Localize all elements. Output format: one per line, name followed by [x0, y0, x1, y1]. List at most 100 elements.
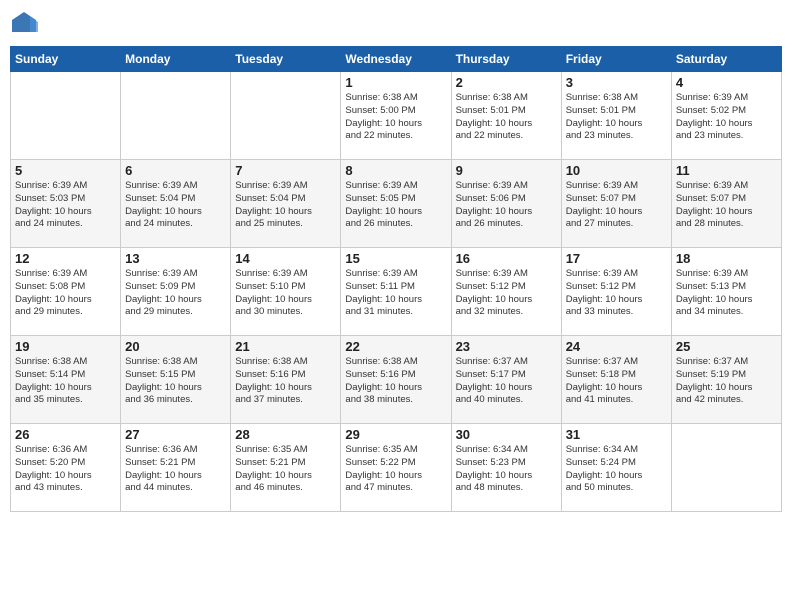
- day-number: 15: [345, 251, 446, 266]
- calendar-cell: 12 Sunrise: 6:39 AM Sunset: 5:08 PM Dayli…: [11, 248, 121, 336]
- calendar-week-1: 5 Sunrise: 6:39 AM Sunset: 5:03 PM Daylig…: [11, 160, 782, 248]
- calendar-week-0: 1 Sunrise: 6:38 AM Sunset: 5:00 PM Daylig…: [11, 72, 782, 160]
- calendar-cell: 29Sunrise: 6:35 AM Sunset: 5:22 PM Dayli…: [341, 424, 451, 512]
- calendar-cell: 8 Sunrise: 6:39 AM Sunset: 5:05 PM Daylig…: [341, 160, 451, 248]
- calendar-cell: 28 Sunrise: 6:35 AM Sunset: 5:21 PM Dayli…: [231, 424, 341, 512]
- day-number: 18: [676, 251, 777, 266]
- day-info: Sunrise: 6:38 AM Sunset: 5:16 PM Dayligh…: [345, 356, 446, 407]
- day-info: Sunrise: 6:37 AM Sunset: 5:17 PM Dayligh…: [456, 356, 557, 407]
- day-info: Sunrise: 6:36 AM Sunset: 5:20 PM Dayligh…: [15, 444, 116, 495]
- day-info: Sunrise: 6:39 AM Sunset: 5:09 PM Dayligh…: [125, 268, 226, 319]
- calendar-cell: 15Sunrise: 6:39 AM Sunset: 5:11 PM Dayli…: [341, 248, 451, 336]
- day-number: 11: [676, 163, 777, 178]
- col-header-wednesday: Wednesday: [341, 47, 451, 72]
- day-number: 12: [15, 251, 116, 266]
- day-number: 24: [566, 339, 667, 354]
- day-info: Sunrise: 6:39 AM Sunset: 5:07 PM Dayligh…: [566, 180, 667, 231]
- calendar-cell: 18 Sunrise: 6:39 AM Sunset: 5:13 PM Dayli…: [671, 248, 781, 336]
- day-number: 19: [15, 339, 116, 354]
- calendar-cell: 1 Sunrise: 6:38 AM Sunset: 5:00 PM Daylig…: [341, 72, 451, 160]
- day-info: Sunrise: 6:39 AM Sunset: 5:07 PM Dayligh…: [676, 180, 777, 231]
- day-number: 1: [345, 75, 446, 90]
- day-number: 9: [456, 163, 557, 178]
- day-info: Sunrise: 6:38 AM Sunset: 5:14 PM Dayligh…: [15, 356, 116, 407]
- calendar-cell: 13 Sunrise: 6:39 AM Sunset: 5:09 PM Dayli…: [121, 248, 231, 336]
- calendar-cell: 9 Sunrise: 6:39 AM Sunset: 5:06 PM Daylig…: [451, 160, 561, 248]
- calendar-cell: 27 Sunrise: 6:36 AM Sunset: 5:21 PM Dayli…: [121, 424, 231, 512]
- day-number: 7: [235, 163, 336, 178]
- day-number: 2: [456, 75, 557, 90]
- calendar-cell: 10 Sunrise: 6:39 AM Sunset: 5:07 PM Dayli…: [561, 160, 671, 248]
- day-info: Sunrise: 6:38 AM Sunset: 5:01 PM Dayligh…: [566, 92, 667, 143]
- day-info: Sunrise: 6:39 AM Sunset: 5:03 PM Dayligh…: [15, 180, 116, 231]
- day-number: 8: [345, 163, 446, 178]
- day-info: Sunrise: 6:39 AM Sunset: 5:12 PM Dayligh…: [566, 268, 667, 319]
- calendar-cell: 11 Sunrise: 6:39 AM Sunset: 5:07 PM Dayli…: [671, 160, 781, 248]
- day-number: 6: [125, 163, 226, 178]
- day-number: 13: [125, 251, 226, 266]
- calendar-cell: 30 Sunrise: 6:34 AM Sunset: 5:23 PM Dayli…: [451, 424, 561, 512]
- calendar-cell: 14Sunrise: 6:39 AM Sunset: 5:10 PM Dayli…: [231, 248, 341, 336]
- day-info: Sunrise: 6:35 AM Sunset: 5:21 PM Dayligh…: [235, 444, 336, 495]
- day-info: Sunrise: 6:39 AM Sunset: 5:04 PM Dayligh…: [235, 180, 336, 231]
- day-number: 23: [456, 339, 557, 354]
- logo-icon: [10, 10, 38, 38]
- day-number: 30: [456, 427, 557, 442]
- col-header-sunday: Sunday: [11, 47, 121, 72]
- day-info: Sunrise: 6:38 AM Sunset: 5:16 PM Dayligh…: [235, 356, 336, 407]
- calendar-cell: 7 Sunrise: 6:39 AM Sunset: 5:04 PM Daylig…: [231, 160, 341, 248]
- day-number: 22: [345, 339, 446, 354]
- day-info: Sunrise: 6:39 AM Sunset: 5:13 PM Dayligh…: [676, 268, 777, 319]
- calendar-header-row: SundayMondayTuesdayWednesdayThursdayFrid…: [11, 47, 782, 72]
- day-number: 21: [235, 339, 336, 354]
- day-number: 3: [566, 75, 667, 90]
- calendar-cell: [121, 72, 231, 160]
- calendar-cell: 31Sunrise: 6:34 AM Sunset: 5:24 PM Dayli…: [561, 424, 671, 512]
- day-info: Sunrise: 6:39 AM Sunset: 5:08 PM Dayligh…: [15, 268, 116, 319]
- calendar-cell: 26 Sunrise: 6:36 AM Sunset: 5:20 PM Dayli…: [11, 424, 121, 512]
- day-info: Sunrise: 6:39 AM Sunset: 5:12 PM Dayligh…: [456, 268, 557, 319]
- day-info: Sunrise: 6:39 AM Sunset: 5:06 PM Dayligh…: [456, 180, 557, 231]
- calendar-cell: 24Sunrise: 6:37 AM Sunset: 5:18 PM Dayli…: [561, 336, 671, 424]
- calendar-cell: 2 Sunrise: 6:38 AM Sunset: 5:01 PM Daylig…: [451, 72, 561, 160]
- calendar-cell: 5 Sunrise: 6:39 AM Sunset: 5:03 PM Daylig…: [11, 160, 121, 248]
- calendar-cell: [231, 72, 341, 160]
- header: [10, 10, 782, 38]
- day-info: Sunrise: 6:34 AM Sunset: 5:24 PM Dayligh…: [566, 444, 667, 495]
- day-number: 28: [235, 427, 336, 442]
- day-number: 5: [15, 163, 116, 178]
- day-info: Sunrise: 6:39 AM Sunset: 5:10 PM Dayligh…: [235, 268, 336, 319]
- day-number: 10: [566, 163, 667, 178]
- day-info: Sunrise: 6:37 AM Sunset: 5:19 PM Dayligh…: [676, 356, 777, 407]
- day-info: Sunrise: 6:38 AM Sunset: 5:01 PM Dayligh…: [456, 92, 557, 143]
- calendar-cell: 21 Sunrise: 6:38 AM Sunset: 5:16 PM Dayli…: [231, 336, 341, 424]
- day-number: 26: [15, 427, 116, 442]
- page: SundayMondayTuesdayWednesdayThursdayFrid…: [0, 0, 792, 612]
- day-info: Sunrise: 6:39 AM Sunset: 5:05 PM Dayligh…: [345, 180, 446, 231]
- day-info: Sunrise: 6:34 AM Sunset: 5:23 PM Dayligh…: [456, 444, 557, 495]
- calendar-cell: 17Sunrise: 6:39 AM Sunset: 5:12 PM Dayli…: [561, 248, 671, 336]
- calendar-cell: 6 Sunrise: 6:39 AM Sunset: 5:04 PM Daylig…: [121, 160, 231, 248]
- day-number: 27: [125, 427, 226, 442]
- day-info: Sunrise: 6:39 AM Sunset: 5:02 PM Dayligh…: [676, 92, 777, 143]
- calendar-cell: 3 Sunrise: 6:38 AM Sunset: 5:01 PM Daylig…: [561, 72, 671, 160]
- day-info: Sunrise: 6:36 AM Sunset: 5:21 PM Dayligh…: [125, 444, 226, 495]
- day-info: Sunrise: 6:38 AM Sunset: 5:00 PM Dayligh…: [345, 92, 446, 143]
- calendar-cell: [11, 72, 121, 160]
- calendar-table: SundayMondayTuesdayWednesdayThursdayFrid…: [10, 46, 782, 512]
- col-header-monday: Monday: [121, 47, 231, 72]
- calendar-cell: [671, 424, 781, 512]
- calendar-cell: 23 Sunrise: 6:37 AM Sunset: 5:17 PM Dayli…: [451, 336, 561, 424]
- day-info: Sunrise: 6:35 AM Sunset: 5:22 PM Dayligh…: [345, 444, 446, 495]
- calendar-week-2: 12 Sunrise: 6:39 AM Sunset: 5:08 PM Dayli…: [11, 248, 782, 336]
- calendar-week-3: 19 Sunrise: 6:38 AM Sunset: 5:14 PM Dayli…: [11, 336, 782, 424]
- col-header-thursday: Thursday: [451, 47, 561, 72]
- day-number: 16: [456, 251, 557, 266]
- day-number: 20: [125, 339, 226, 354]
- calendar-cell: 22 Sunrise: 6:38 AM Sunset: 5:16 PM Dayli…: [341, 336, 451, 424]
- calendar-cell: 25 Sunrise: 6:37 AM Sunset: 5:19 PM Dayli…: [671, 336, 781, 424]
- day-number: 4: [676, 75, 777, 90]
- day-info: Sunrise: 6:39 AM Sunset: 5:04 PM Dayligh…: [125, 180, 226, 231]
- day-info: Sunrise: 6:38 AM Sunset: 5:15 PM Dayligh…: [125, 356, 226, 407]
- day-number: 25: [676, 339, 777, 354]
